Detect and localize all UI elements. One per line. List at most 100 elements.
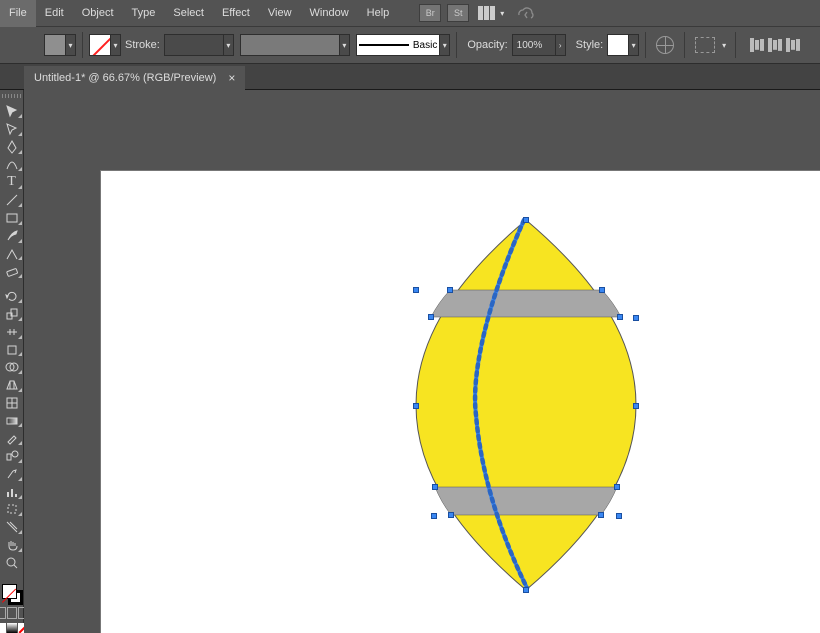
menu-help[interactable]: Help	[358, 0, 399, 27]
selected-artwork[interactable]	[411, 215, 641, 598]
menu-effect[interactable]: Effect	[213, 0, 259, 27]
variable-width-profile[interactable]	[240, 34, 340, 56]
align-icon-3[interactable]	[786, 38, 800, 52]
document-tab-bar: Untitled-1* @ 66.67% (RGB/Preview) ×	[0, 64, 820, 90]
brush-definition[interactable]: Basic	[356, 34, 440, 56]
slice-tool[interactable]	[1, 519, 23, 535]
line-tool[interactable]	[1, 192, 23, 208]
opacity-label: Opacity:	[467, 39, 507, 51]
bridge-button[interactable]: Br	[419, 4, 441, 22]
bbox-handle-ml[interactable]	[413, 403, 419, 409]
opacity-dropdown[interactable]: ›	[556, 34, 566, 56]
bbox-handle-tr[interactable]	[633, 315, 639, 321]
symbol-sprayer-tool[interactable]	[1, 466, 23, 482]
stroke-weight-input[interactable]	[164, 34, 224, 56]
anchor-8[interactable]	[598, 512, 604, 518]
align-icon-2[interactable]	[768, 38, 782, 52]
hand-tool[interactable]	[1, 537, 23, 553]
opacity-input[interactable]: 100%	[512, 34, 556, 56]
artboard[interactable]	[100, 170, 820, 633]
curvature-tool[interactable]	[1, 157, 23, 173]
menu-edit[interactable]: Edit	[36, 0, 73, 27]
style-dropdown[interactable]: ▾	[629, 34, 639, 56]
pen-tool[interactable]	[1, 139, 23, 155]
chevron-down-icon: ▾	[500, 9, 504, 18]
anchor-7[interactable]	[448, 512, 454, 518]
stock-button[interactable]: St	[447, 4, 469, 22]
brush-stroke-preview	[359, 44, 409, 46]
shape-builder-tool[interactable]	[1, 359, 23, 375]
fill-dropdown[interactable]: ▾	[66, 34, 76, 56]
workspace-layout-button[interactable]: ▾	[478, 6, 504, 20]
anchor-3[interactable]	[428, 314, 434, 320]
anchor-4[interactable]	[617, 314, 623, 320]
eraser-tool[interactable]	[1, 263, 23, 279]
football-shape[interactable]	[411, 215, 641, 595]
panel-grip[interactable]	[2, 94, 22, 98]
stroke-swatch[interactable]	[89, 34, 111, 56]
column-graph-tool[interactable]	[1, 484, 23, 500]
align-to-dropdown[interactable]: ▾	[719, 34, 729, 56]
color-mode[interactable]	[0, 623, 6, 633]
direct-selection-tool[interactable]	[1, 121, 23, 137]
shaper-tool[interactable]	[1, 246, 23, 262]
bbox-handle-bl[interactable]	[431, 513, 437, 519]
document-tab[interactable]: Untitled-1* @ 66.67% (RGB/Preview) ×	[24, 66, 245, 90]
style-label: Style:	[576, 39, 604, 51]
bbox-handle-bm[interactable]	[523, 587, 529, 593]
variable-width-dropdown[interactable]: ▾	[340, 34, 350, 56]
layout-icon	[478, 6, 496, 20]
bbox-handle-mr[interactable]	[633, 403, 639, 409]
gradient-tool[interactable]	[1, 413, 23, 429]
fill-indicator[interactable]	[2, 584, 17, 599]
stroke-dropdown[interactable]: ▾	[111, 34, 121, 56]
menu-select[interactable]: Select	[164, 0, 213, 27]
fill-swatch[interactable]	[44, 34, 66, 56]
stroke-weight-dropdown[interactable]: ▾	[224, 34, 234, 56]
mesh-tool[interactable]	[1, 395, 23, 411]
free-transform-tool[interactable]	[1, 342, 23, 358]
paintbrush-tool[interactable]	[1, 228, 23, 244]
draw-normal[interactable]	[0, 607, 6, 619]
type-tool[interactable]: T	[1, 174, 23, 190]
stroke-weight-label: Stroke:	[125, 39, 160, 51]
anchor-2[interactable]	[599, 287, 605, 293]
draw-behind[interactable]	[7, 607, 17, 619]
bbox-handle-br[interactable]	[616, 513, 622, 519]
canvas-area[interactable]	[24, 90, 820, 633]
anchor-6[interactable]	[614, 484, 620, 490]
menu-window[interactable]: Window	[301, 0, 358, 27]
zoom-tool[interactable]	[1, 555, 23, 571]
menu-type[interactable]: Type	[123, 0, 165, 27]
options-bar: ▾ ▾ Stroke: ▾ ▾ Basic ▾ Opacity: 100% › …	[0, 27, 820, 64]
close-tab-button[interactable]: ×	[228, 71, 235, 85]
fill-stroke-indicator[interactable]	[1, 583, 23, 603]
selection-tool[interactable]	[1, 103, 23, 119]
menu-bar: File Edit Object Type Select Effect View…	[0, 0, 820, 27]
blend-tool[interactable]	[1, 448, 23, 464]
perspective-grid-tool[interactable]	[1, 377, 23, 393]
brush-dropdown[interactable]: ▾	[440, 34, 450, 56]
bbox-handle-tm[interactable]	[523, 217, 529, 223]
bbox-handle-tl[interactable]	[413, 287, 419, 293]
align-buttons	[750, 38, 800, 52]
scale-tool[interactable]	[1, 306, 23, 322]
align-icon-1[interactable]	[750, 38, 764, 52]
menu-file[interactable]: File	[0, 0, 36, 27]
document-setup-icon[interactable]	[695, 37, 715, 53]
brush-name: Basic	[413, 40, 437, 51]
graphic-style-swatch[interactable]	[607, 34, 629, 56]
artboard-tool[interactable]	[1, 502, 23, 518]
tool-panel: T	[0, 90, 24, 633]
width-tool[interactable]	[1, 324, 23, 340]
sync-icon[interactable]	[516, 5, 534, 22]
menu-object[interactable]: Object	[73, 0, 123, 27]
anchor-5[interactable]	[432, 484, 438, 490]
gradient-mode[interactable]	[7, 623, 17, 633]
menu-view[interactable]: View	[259, 0, 301, 27]
rectangle-tool[interactable]	[1, 210, 23, 226]
anchor-1[interactable]	[447, 287, 453, 293]
eyedropper-tool[interactable]	[1, 430, 23, 446]
recolor-artwork-icon[interactable]	[656, 36, 674, 54]
rotate-tool[interactable]	[1, 288, 23, 304]
